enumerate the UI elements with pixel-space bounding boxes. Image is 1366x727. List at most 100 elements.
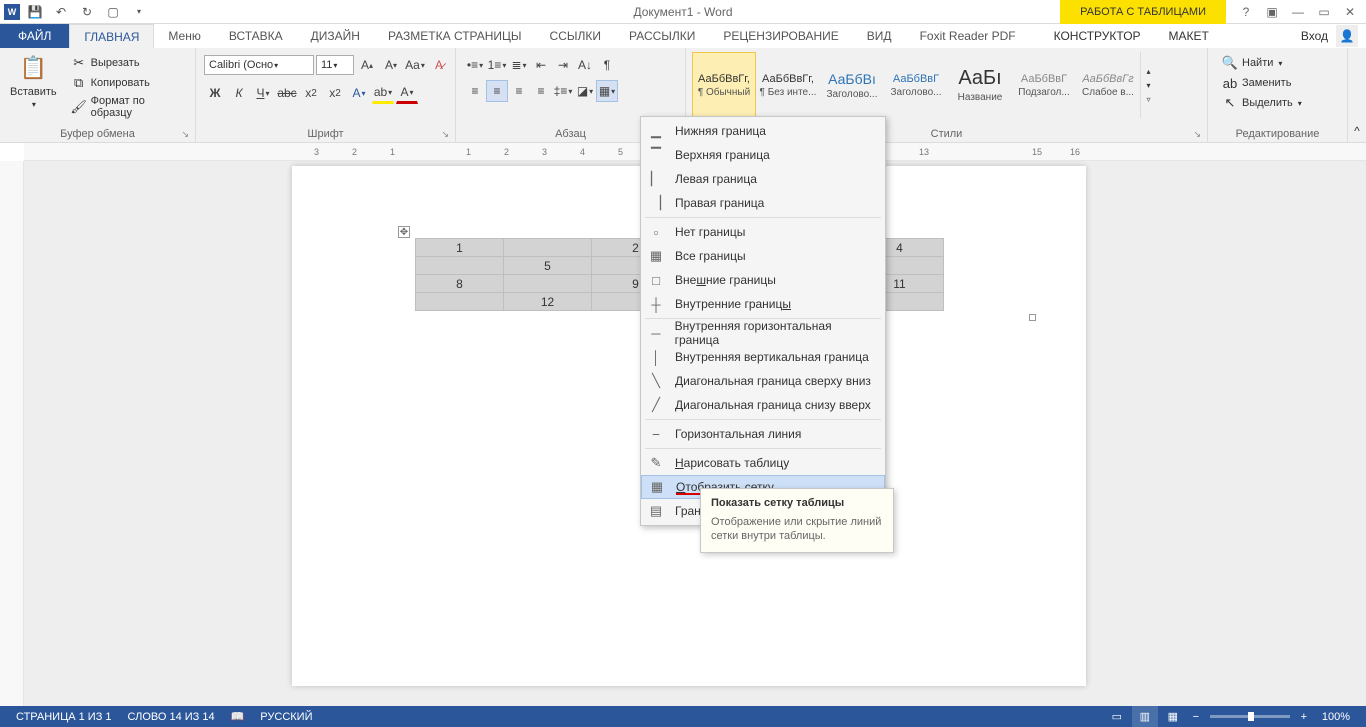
strikethrough-button[interactable]: abc <box>276 82 298 104</box>
change-case-button[interactable]: Aa▾ <box>404 54 426 76</box>
page-status[interactable]: СТРАНИЦА 1 ИЗ 1 <box>8 711 120 723</box>
border-top-item[interactable]: ▔Верхняя граница <box>641 143 885 167</box>
border-right-item[interactable]: ▕Правая граница <box>641 191 885 215</box>
style-subtle-emphasis[interactable]: АаБбВвГгСлабое в... <box>1076 52 1140 118</box>
table-cell[interactable]: 5 <box>504 257 592 275</box>
decrease-indent-button[interactable]: ⇤ <box>530 54 552 76</box>
chevron-up-icon[interactable]: ▴ <box>1141 64 1156 78</box>
tab-foxit[interactable]: Foxit Reader PDF <box>906 24 1030 48</box>
collapse-ribbon-button[interactable]: ^ <box>1348 48 1366 142</box>
align-left-button[interactable]: ≡ <box>464 80 486 102</box>
table-cell[interactable] <box>416 293 504 311</box>
table-cell[interactable]: 1 <box>416 239 504 257</box>
vertical-ruler[interactable] <box>0 161 24 706</box>
print-layout-button[interactable]: ▥ <box>1132 706 1158 727</box>
tab-insert[interactable]: ВСТАВКА <box>215 24 297 48</box>
borders-button[interactable]: ▦▾ <box>596 80 618 102</box>
bullets-button[interactable]: •≡▾ <box>464 54 486 76</box>
border-outside-item[interactable]: □Внешние границы <box>641 268 885 292</box>
copy-button[interactable]: ⧉Копировать <box>67 74 187 92</box>
help-button[interactable]: ? <box>1234 1 1258 23</box>
shading-button[interactable]: ◪▾ <box>574 80 596 102</box>
format-painter-button[interactable]: 🖌Формат по образцу <box>67 94 187 120</box>
border-diag-up-item[interactable]: ╱Диагональная граница снизу вверх <box>641 393 885 417</box>
user-icon[interactable]: 👤 <box>1336 25 1358 47</box>
save-button[interactable]: 💾 <box>24 1 46 23</box>
justify-button[interactable]: ≡ <box>530 80 552 102</box>
highlight-button[interactable]: ab▾ <box>372 82 394 104</box>
tab-references[interactable]: ССЫЛКИ <box>536 24 615 48</box>
numbering-button[interactable]: 1≡▾ <box>486 54 508 76</box>
tab-page-layout[interactable]: РАЗМЕТКА СТРАНИЦЫ <box>374 24 536 48</box>
dialog-launcher-icon[interactable]: ↘ <box>1193 129 1201 140</box>
tab-mailings[interactable]: РАССЫЛКИ <box>615 24 709 48</box>
paste-button[interactable]: 📋 Вставить ▾ <box>4 50 63 111</box>
font-name-combo[interactable]: Calibri (Осно▾ <box>204 55 314 75</box>
line-spacing-button[interactable]: ‡≡▾ <box>552 80 574 102</box>
border-left-item[interactable]: ▏Левая граница <box>641 167 885 191</box>
tab-table-design[interactable]: КОНСТРУКТОР <box>1040 24 1155 48</box>
gallery-scroll[interactable]: ▴▾▿ <box>1140 52 1156 118</box>
font-color-button[interactable]: A▾ <box>396 82 418 104</box>
tab-menu[interactable]: Меню <box>154 24 214 48</box>
shrink-font-button[interactable]: A▾ <box>380 54 402 76</box>
read-mode-button[interactable]: ▭ <box>1104 706 1130 727</box>
word-count[interactable]: СЛОВО 14 ИЗ 14 <box>120 711 223 723</box>
grow-font-button[interactable]: A▴ <box>356 54 378 76</box>
table-cell[interactable] <box>416 257 504 275</box>
border-inside-v-item[interactable]: │Внутренняя вертикальная граница <box>641 345 885 369</box>
horizontal-line-item[interactable]: ⎯Горизонтальная линия <box>641 422 885 446</box>
tab-review[interactable]: РЕЦЕНЗИРОВАНИЕ <box>709 24 852 48</box>
border-inside-h-item[interactable]: ─Внутренняя горизонтальная граница <box>641 321 885 345</box>
multilevel-button[interactable]: ≣▾ <box>508 54 530 76</box>
table-cell[interactable] <box>504 275 592 293</box>
style-subtitle[interactable]: АаБбВвГПодзагол... <box>1012 52 1076 118</box>
table-cell[interactable]: 12 <box>504 293 592 311</box>
ribbon-display-button[interactable]: ▣ <box>1260 1 1284 23</box>
border-diag-down-item[interactable]: ╲Диагональная граница сверху вниз <box>641 369 885 393</box>
bold-button[interactable]: Ж <box>204 82 226 104</box>
table-cell[interactable]: 8 <box>416 275 504 293</box>
sort-button[interactable]: A↓ <box>574 54 596 76</box>
new-button[interactable]: ▢ <box>102 1 124 23</box>
maximize-button[interactable]: ▭ <box>1312 1 1336 23</box>
zoom-level[interactable]: 100% <box>1314 711 1358 723</box>
increase-indent-button[interactable]: ⇥ <box>552 54 574 76</box>
chevron-down-icon[interactable]: ▾ <box>1141 78 1156 92</box>
dialog-launcher-icon[interactable]: ↘ <box>441 129 449 140</box>
border-inside-item[interactable]: ┼Внутренние границы <box>641 292 885 316</box>
text-effects-button[interactable]: A▾ <box>348 82 370 104</box>
tab-table-layout[interactable]: МАКЕТ <box>1155 24 1223 48</box>
tab-home[interactable]: ГЛАВНАЯ <box>69 24 154 48</box>
qat-customize[interactable]: ▾ <box>128 1 150 23</box>
border-all-item[interactable]: ▦Все границы <box>641 244 885 268</box>
style-no-spacing[interactable]: АаБбВвГг,¶ Без инте... <box>756 52 820 118</box>
zoom-slider[interactable] <box>1210 715 1290 718</box>
sign-in-link[interactable]: Вход <box>1301 29 1328 43</box>
cut-button[interactable]: ✂Вырезать <box>67 54 187 72</box>
proofing-icon[interactable]: 📖 <box>223 710 253 723</box>
find-button[interactable]: 🔍Найти▾ <box>1218 54 1306 72</box>
undo-button[interactable]: ↶ <box>50 1 72 23</box>
style-heading2[interactable]: АаБбВвГЗаголово... <box>884 52 948 118</box>
table-cell[interactable] <box>504 239 592 257</box>
clear-formatting-button[interactable]: A̷ <box>428 54 450 76</box>
align-right-button[interactable]: ≡ <box>508 80 530 102</box>
minimize-button[interactable]: — <box>1286 1 1310 23</box>
superscript-button[interactable]: x2 <box>324 82 346 104</box>
draw-table-item[interactable]: ✎Нарисовать таблицу <box>641 451 885 475</box>
tab-view[interactable]: ВИД <box>853 24 906 48</box>
zoom-in-button[interactable]: + <box>1296 711 1312 723</box>
style-title[interactable]: АаБıНазвание <box>948 52 1012 118</box>
show-marks-button[interactable]: ¶ <box>596 54 618 76</box>
subscript-button[interactable]: x2 <box>300 82 322 104</box>
border-none-item[interactable]: ▫Нет границы <box>641 220 885 244</box>
align-center-button[interactable]: ≡ <box>486 80 508 102</box>
styles-gallery[interactable]: АаБбВвГг,¶ Обычный АаБбВвГг,¶ Без инте..… <box>690 50 1158 120</box>
more-icon[interactable]: ▿ <box>1141 92 1156 106</box>
tab-file[interactable]: ФАЙЛ <box>0 24 69 48</box>
replace-button[interactable]: abЗаменить <box>1218 74 1306 92</box>
zoom-thumb[interactable] <box>1248 712 1254 721</box>
web-layout-button[interactable]: ▦ <box>1160 706 1186 727</box>
dialog-launcher-icon[interactable]: ↘ <box>181 129 189 140</box>
